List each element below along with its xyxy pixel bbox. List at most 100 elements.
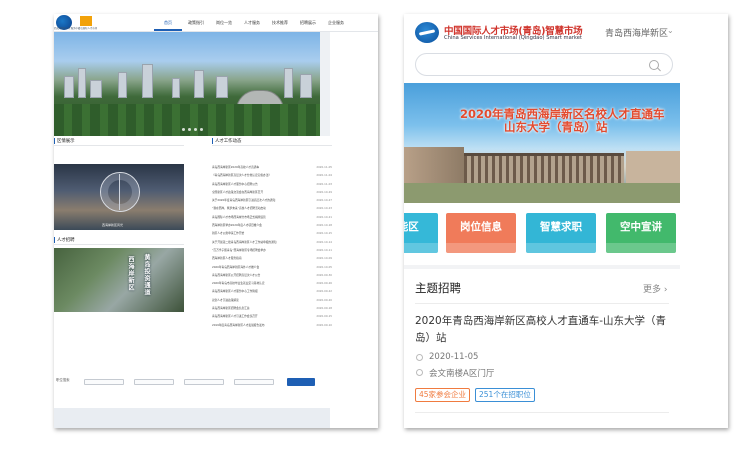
news-date: 2020-10-05 xyxy=(316,264,332,269)
news-title: 青岛西海岸新区人才服务中心招聘公告 xyxy=(212,181,258,186)
news-title: “百万学子留青岛”西海岸新区专场招聘会举办 xyxy=(212,247,266,252)
desktop-site-screenshot: 西海岸新区人才服务中心 青岛国际人才市场 首页 政策指引 岗位一览 人才服务 技… xyxy=(54,14,378,428)
job-fair-title[interactable]: 2020年青岛西海岸新区高校人才直通车-山东大学（青岛）站 xyxy=(415,313,671,347)
news-title: 2019年度青岛西海岸新区人才发展报告发布 xyxy=(212,322,265,327)
nav-item-recruit[interactable]: 招聘展示 xyxy=(294,17,322,31)
tag-participating-companies[interactable]: 45家参会企业 xyxy=(415,388,471,402)
news-date: 2020-10-15 xyxy=(316,231,332,236)
desktop-search-field-3[interactable] xyxy=(184,379,224,385)
location-pin-icon xyxy=(416,369,423,376)
news-title: 西海岸新区人才服务指南 xyxy=(212,256,242,261)
news-item[interactable]: 青岛西海岸新区2020年高校人才直通车 2020-11-05 xyxy=(212,163,332,171)
news-title: 全国新区人才政策交流会在西海岸新区召开 xyxy=(212,189,264,194)
category-smart-job-search[interactable]: 智慧求职 xyxy=(526,213,596,253)
desktop-logo-text-2: 青岛国际人才市场 xyxy=(78,27,98,30)
more-link[interactable]: 更多 › xyxy=(643,282,668,295)
news-date: 2020-09-20 xyxy=(316,297,332,302)
nav-item-policy[interactable]: 政策指引 xyxy=(182,17,210,31)
stadium-building-shape xyxy=(464,153,624,183)
news-title: 《青岛西海岸新区高层次人才分类认定实施办法》 xyxy=(212,173,272,178)
desktop-search-field-2[interactable] xyxy=(134,379,174,385)
news-item[interactable]: 青岛西海岸新区公开招聘高层次人才公告 2020-09-30 xyxy=(212,271,332,279)
job-fair-location: 会文南楼A区门厅 xyxy=(429,369,495,379)
job-fair-date: 2020-11-05 xyxy=(429,352,479,362)
news-date: 2020-09-15 xyxy=(316,314,332,319)
tag-open-positions[interactable]: 251个在招职位 xyxy=(475,388,535,402)
banner-title-line2: 山东大学（青岛）站 xyxy=(504,120,608,134)
section-title-area: 区情展示 xyxy=(54,138,75,144)
search-icon[interactable] xyxy=(649,60,659,70)
carousel-dots[interactable] xyxy=(182,128,203,131)
mobile-banner[interactable]: 2020年青岛西海岸新区名校人才直通车 山东大学（青岛）站 xyxy=(404,83,680,203)
desktop-logo-text-1: 西海岸新区人才服务中心 xyxy=(54,27,81,30)
desktop-search-label: 职位搜索 xyxy=(56,378,70,382)
news-item[interactable]: 《青岛西海岸新区高层次人才分类认定实施办法》 2020-11-04 xyxy=(212,171,332,179)
composite-screenshot: 西海岸新区人才服务中心 青岛国际人才市场 首页 政策指引 岗位一览 人才服务 技… xyxy=(0,0,750,453)
aerial-text-1: 西海岸新区 xyxy=(127,256,134,291)
news-item[interactable]: 2020年青岛西海岸新区海外人才推介会 2020-10-05 xyxy=(212,263,332,271)
nav-item-enterprise[interactable]: 企业服务 xyxy=(322,17,350,31)
news-item[interactable]: “我在西岸，筑梦未来”高校人才招聘活动启动 2020-10-23 xyxy=(212,204,332,212)
news-item[interactable]: “百万学子留青岛”西海岸新区专场招聘会举办 2020-10-11 xyxy=(212,246,332,254)
desktop-search-field-1[interactable] xyxy=(84,379,124,385)
mobile-site-screenshot: 中国国际人才市场(青岛)智慧市场 China Services Internat… xyxy=(404,14,728,428)
news-item[interactable]: 双创人才引进政策解读 2020-09-20 xyxy=(212,296,332,304)
news-date: 2020-10-23 xyxy=(316,206,332,211)
news-date: 2020-11-05 xyxy=(316,165,332,169)
nav-item-tech[interactable]: 技术推荐 xyxy=(266,17,294,31)
news-item[interactable]: 西海岸新区举办2020年度人才项目推介会 2020-10-18 xyxy=(212,221,332,229)
category-job-info[interactable]: 岗位信息 xyxy=(446,213,516,253)
section-divider xyxy=(404,265,680,269)
news-date: 2020-09-22 xyxy=(316,289,332,294)
news-list: 青岛西海岸新区2020年高校人才直通车 2020-11-05 《青岛西海岸新区高层次… xyxy=(212,163,332,329)
news-date: 2020-09-26 xyxy=(316,281,332,286)
news-date: 2020-09-18 xyxy=(316,306,332,311)
news-item[interactable]: 新区人才公寓申请工作开始 2020-10-15 xyxy=(212,229,332,237)
desktop-header: 西海岸新区人才服务中心 青岛国际人才市场 首页 政策指引 岗位一览 人才服务 技… xyxy=(54,14,378,32)
news-item[interactable]: 关于开展第二批青岛西海岸新区人才工作站申报的通知 2020-10-14 xyxy=(212,238,332,246)
news-date: 2020-09-30 xyxy=(316,272,332,277)
news-item[interactable]: 2019年度青岛西海岸新区人才发展报告发布 2020-09-10 xyxy=(212,321,332,329)
news-title: “我在西岸，筑梦未来”高校人才招聘活动启动 xyxy=(212,206,266,211)
mobile-logo-subtitle: China Services International (Qingdao) S… xyxy=(444,35,582,41)
news-item[interactable]: 青岛西海岸新区人才引进工作会议召开 2020-09-15 xyxy=(212,312,332,320)
nav-item-services[interactable]: 人才服务 xyxy=(238,17,266,31)
news-title: 双创人才引进政策解读 xyxy=(212,297,239,302)
more-label: 更多 xyxy=(643,285,662,295)
aerial-promo-image[interactable]: 西海岸新区 黄岛投资通道 xyxy=(54,248,184,312)
mobile-search-input[interactable] xyxy=(428,58,638,72)
news-title: 青岛西海岸新区公开招聘高层次人才公告 xyxy=(212,272,261,277)
news-item[interactable]: 2020年青岛市高校毕业生就业见习基地认定 2020-09-26 xyxy=(212,279,332,287)
category-online-presentation[interactable]: 空中宣讲 xyxy=(606,213,676,253)
news-date: 2020-11-04 xyxy=(316,173,332,178)
ferris-wheel-image[interactable]: 西海岸新区风光 xyxy=(54,164,184,230)
desktop-hero-banner[interactable] xyxy=(54,32,330,136)
section-title-news: 人才工作动态 xyxy=(212,138,241,144)
news-item[interactable]: 关于2020年度青岛西海岸新区引进高层次人才的通知 2020-10-27 xyxy=(212,196,332,204)
news-item[interactable]: 青岛西海岸新区人才服务中心工作简报 2020-09-22 xyxy=(212,287,332,295)
nav-item-home[interactable]: 首页 xyxy=(154,17,182,31)
location-selector[interactable]: 青岛西海岸新区 xyxy=(605,26,668,39)
nav-item-jobs[interactable]: 岗位一览 xyxy=(210,17,238,31)
desktop-footer-strip xyxy=(54,408,330,428)
news-date: 2020-10-09 xyxy=(316,256,332,261)
news-date: 2020-10-11 xyxy=(316,247,332,252)
news-title: 关于开展第二批青岛西海岸新区人才工作站申报的通知 xyxy=(212,239,277,244)
news-title: 青岛西海岸新区人才引进工作会议召开 xyxy=(212,314,258,319)
news-title: 2020年青岛西海岸新区海外人才推介会 xyxy=(212,264,260,269)
news-title: 青岛西海岸新区2020年高校人才直通车 xyxy=(212,165,260,169)
news-item[interactable]: 青岛西海岸新区人才服务中心招聘公告 2020-11-03 xyxy=(212,180,332,188)
news-date: 2020-10-18 xyxy=(316,223,332,228)
news-date: 2020-10-27 xyxy=(316,198,332,203)
news-title: 青岛国际人才市场西海岸分市场正式揭牌运营 xyxy=(212,214,266,219)
news-item[interactable]: 全国新区人才政策交流会在西海岸新区召开 2020-10-29 xyxy=(212,188,332,196)
news-item[interactable]: 青岛西海岸新区招聘会信息汇总 2020-09-18 xyxy=(212,304,332,312)
news-title: 青岛西海岸新区招聘会信息汇总 xyxy=(212,306,250,311)
chevron-down-icon[interactable]: ⌄ xyxy=(667,26,674,35)
desktop-search-field-4[interactable] xyxy=(234,379,274,385)
news-item[interactable]: 西海岸新区人才服务指南 2020-10-09 xyxy=(212,254,332,262)
desktop-search-button[interactable] xyxy=(287,378,315,386)
news-item[interactable]: 青岛国际人才市场西海岸分市场正式揭牌运营 2020-10-21 xyxy=(212,213,332,221)
news-date: 2020-10-21 xyxy=(316,214,332,219)
category-functional-area[interactable]: 功能区 xyxy=(404,213,438,253)
